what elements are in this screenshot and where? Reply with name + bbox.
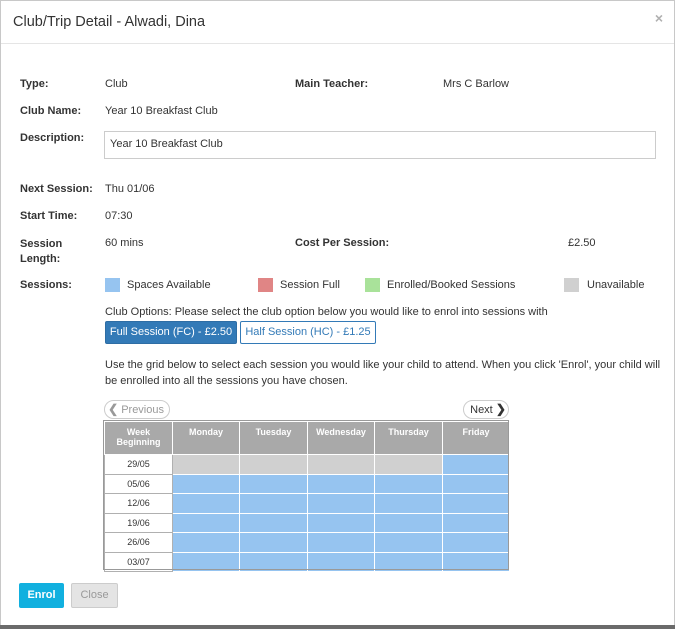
session-cell-available[interactable] xyxy=(172,551,240,572)
session-cell-available[interactable] xyxy=(239,473,308,494)
next-session-value: Thu 01/06 xyxy=(105,183,155,195)
half-session-option-button[interactable]: Half Session (HC) - £1.25 xyxy=(240,321,376,344)
session-cell-unavailable xyxy=(239,454,308,475)
session-cell-available[interactable] xyxy=(307,551,375,572)
club-options-prompt: Club Options: Please select the club opt… xyxy=(105,306,548,318)
cost-per-session-label: Cost Per Session: xyxy=(295,237,390,249)
type-label: Type: xyxy=(20,78,49,90)
previous-button[interactable]: ❮ Previous xyxy=(104,400,170,419)
full-session-option-button[interactable]: Full Session (FC) - £2.50 xyxy=(105,321,237,344)
week-beginning-header: Week Beginning xyxy=(104,421,173,455)
session-cell-available[interactable] xyxy=(374,551,443,572)
grid-row: 12/06 xyxy=(104,493,510,514)
session-cell-available[interactable] xyxy=(172,473,240,494)
legend-swatch-full xyxy=(258,278,273,292)
next-session-label: Next Session: xyxy=(20,183,93,195)
main-teacher-label: Main Teacher: xyxy=(295,78,369,90)
session-cell-available[interactable] xyxy=(374,493,443,514)
main-teacher-value: Mrs C Barlow xyxy=(443,78,510,90)
modal-title: Club/Trip Detail - Alwadi, Dina xyxy=(13,14,206,30)
next-button[interactable]: Next ❯ xyxy=(463,400,509,419)
type-value: Club xyxy=(105,78,128,90)
session-cell-available[interactable] xyxy=(442,473,510,494)
session-cell-unavailable xyxy=(307,454,375,475)
modal-header: Club/Trip Detail - Alwadi, Dina × xyxy=(1,1,674,44)
next-label: Next xyxy=(470,404,493,416)
day-header-thursday: Thursday xyxy=(374,421,443,455)
close-icon[interactable]: × xyxy=(655,10,663,26)
week-cell: 19/06 xyxy=(104,512,173,533)
cost-per-session-value: £2.50 xyxy=(568,237,596,249)
week-header-line2: Beginning xyxy=(116,437,161,447)
grid-row: 29/05 xyxy=(104,454,510,475)
legend-swatch-unavailable xyxy=(564,278,579,292)
day-header-monday: Monday xyxy=(172,421,240,455)
session-cell-available[interactable] xyxy=(374,532,443,553)
legend-swatch-enrolled xyxy=(365,278,380,292)
week-cell: 29/05 xyxy=(104,454,173,475)
week-cell: 05/06 xyxy=(104,473,173,494)
previous-label: Previous xyxy=(121,404,164,416)
legend-label-unavailable: Unavailable xyxy=(587,279,645,291)
grid-row: 05/06 xyxy=(104,473,510,494)
club-trip-detail-modal: Club/Trip Detail - Alwadi, Dina × Type: … xyxy=(0,0,675,627)
session-cell-available[interactable] xyxy=(172,493,240,514)
chevron-right-icon: ❯ xyxy=(495,402,506,416)
sessions-label: Sessions: xyxy=(20,279,72,291)
day-header-friday: Friday xyxy=(442,421,510,455)
close-button[interactable]: Close xyxy=(71,583,118,608)
session-cell-available[interactable] xyxy=(239,551,308,572)
session-cell-unavailable xyxy=(374,454,443,475)
session-length-label-line1: Session xyxy=(20,238,63,250)
day-header-wednesday: Wednesday xyxy=(307,421,375,455)
description-label: Description: xyxy=(20,132,85,144)
session-cell-available[interactable] xyxy=(374,512,443,533)
week-cell: 03/07 xyxy=(104,551,173,572)
start-time-value: 07:30 xyxy=(105,210,133,222)
session-length-value: 60 mins xyxy=(105,237,144,249)
session-cell-available[interactable] xyxy=(239,493,308,514)
legend-label-available: Spaces Available xyxy=(127,279,211,291)
legend-label-full: Session Full xyxy=(280,279,340,291)
week-cell: 12/06 xyxy=(104,493,173,514)
session-cell-available[interactable] xyxy=(442,532,510,553)
week-header-line1: Week xyxy=(126,427,151,437)
chevron-left-icon: ❮ xyxy=(108,402,119,416)
session-cell-available[interactable] xyxy=(307,493,375,514)
session-grid: Week Beginning Monday Tuesday Wednesday … xyxy=(104,421,510,572)
session-cell-available[interactable] xyxy=(442,454,510,475)
legend-label-enrolled: Enrolled/Booked Sessions xyxy=(387,279,516,291)
session-cell-available[interactable] xyxy=(307,512,375,533)
session-cell-available[interactable] xyxy=(172,532,240,553)
session-length-label-line2: Length: xyxy=(20,253,61,265)
session-cell-unavailable xyxy=(172,454,240,475)
club-name-value: Year 10 Breakfast Club xyxy=(105,105,218,117)
grid-instructions: Use the grid below to select each sessio… xyxy=(105,359,661,387)
window-bottom-edge xyxy=(0,625,675,629)
session-cell-available[interactable] xyxy=(307,532,375,553)
grid-row: 03/07 xyxy=(104,551,510,572)
legend-swatch-available xyxy=(105,278,120,292)
session-cell-available[interactable] xyxy=(239,532,308,553)
grid-row: 26/06 xyxy=(104,532,510,553)
session-cell-available[interactable] xyxy=(172,512,240,533)
session-cell-available[interactable] xyxy=(442,512,510,533)
session-cell-available[interactable] xyxy=(442,551,510,572)
start-time-label: Start Time: xyxy=(20,210,78,222)
description-field[interactable]: Year 10 Breakfast Club xyxy=(104,131,656,159)
session-cell-available[interactable] xyxy=(442,493,510,514)
day-header-tuesday: Tuesday xyxy=(239,421,308,455)
week-cell: 26/06 xyxy=(104,532,173,553)
enrol-button[interactable]: Enrol xyxy=(19,583,64,608)
session-length-label: Session Length: xyxy=(20,237,62,267)
session-cell-available[interactable] xyxy=(239,512,308,533)
grid-row: 19/06 xyxy=(104,512,510,533)
session-cell-available[interactable] xyxy=(374,473,443,494)
session-cell-available[interactable] xyxy=(307,473,375,494)
club-name-label: Club Name: xyxy=(20,105,82,117)
